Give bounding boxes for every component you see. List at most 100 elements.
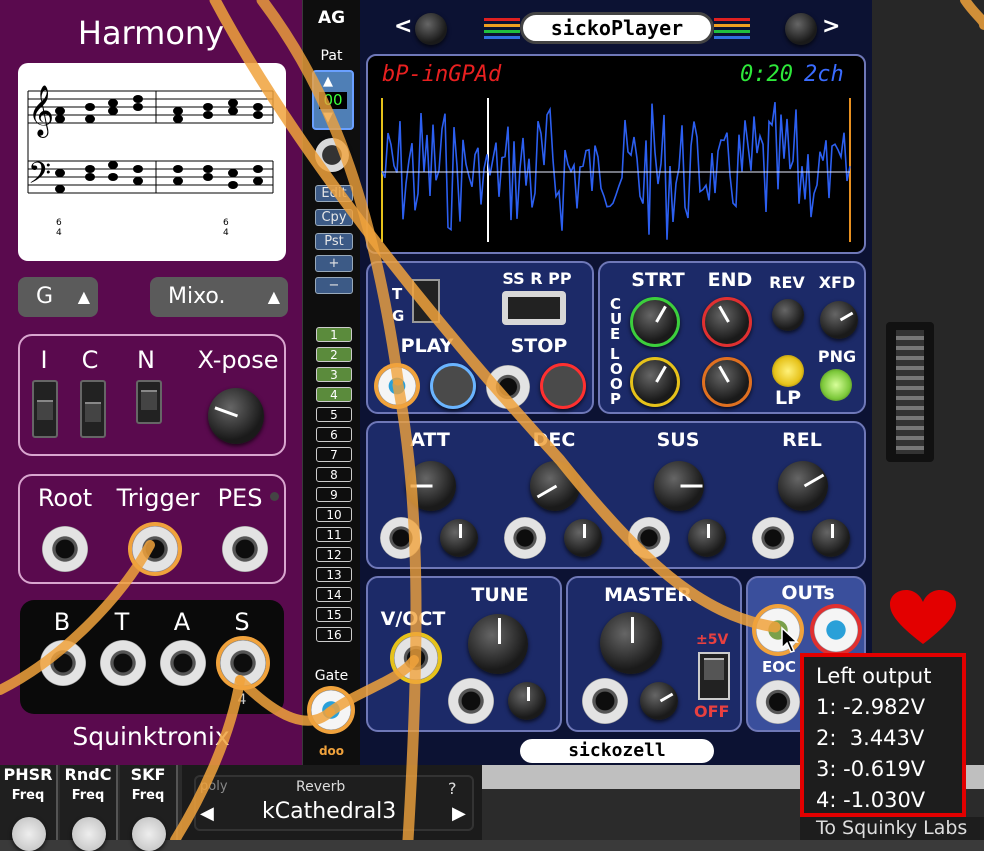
eoc-jack[interactable] [756, 680, 800, 724]
pes-led [270, 492, 279, 501]
cue-start-knob[interactable] [630, 297, 680, 347]
arrow-up-icon[interactable]: ▲ [323, 74, 333, 89]
ag-knob[interactable] [315, 138, 349, 172]
arrow-down-icon[interactable]: ▼ [323, 110, 333, 125]
key-select[interactable]: G ▲ [18, 277, 98, 317]
mode-label: SS R PP [502, 269, 572, 288]
step-14[interactable]: 14 [316, 587, 352, 602]
master-cv-knob[interactable] [640, 682, 678, 720]
ribbon-connector [886, 322, 934, 462]
step-15[interactable]: 15 [316, 607, 352, 622]
switch-i[interactable] [32, 380, 58, 438]
tg-switch[interactable] [412, 279, 440, 323]
pat-spinner[interactable]: 00 ▲ ▼ [312, 70, 354, 130]
step-6[interactable]: 6 [316, 427, 352, 442]
rel-knob[interactable] [778, 461, 828, 511]
step-10[interactable]: 10 [316, 507, 352, 522]
rel-cv-knob[interactable] [812, 519, 850, 557]
tune-knob[interactable] [468, 614, 528, 674]
master-cv-jack[interactable] [582, 678, 628, 724]
paste-button[interactable]: Pst [315, 233, 353, 250]
mode-select[interactable]: Mixo. ▲ [150, 277, 288, 317]
step-11[interactable]: 11 [316, 527, 352, 542]
step-13[interactable]: 13 [316, 567, 352, 582]
sus-knob[interactable] [654, 461, 704, 511]
reverb-display: poly Reverb ? ◀ kCathedral3 ▶ [194, 775, 474, 831]
voct-jack[interactable] [394, 636, 438, 680]
dec-cv-knob[interactable] [564, 519, 602, 557]
reverb-help[interactable]: ? [448, 779, 457, 798]
minus-button[interactable]: − [315, 277, 353, 294]
step-9[interactable]: 9 [316, 487, 352, 502]
figure-top-2: 6 [223, 218, 229, 228]
step-1[interactable]: 1 [316, 327, 352, 342]
loop-end-knob[interactable] [702, 357, 752, 407]
xpose-knob[interactable] [208, 388, 264, 444]
voct-label: V/OCT [380, 608, 446, 630]
step-8[interactable]: 8 [316, 467, 352, 482]
mode-switch[interactable] [502, 291, 566, 325]
master-knob[interactable] [600, 612, 662, 674]
att-cv-jack[interactable] [380, 517, 422, 559]
sus-cv-jack[interactable] [628, 517, 670, 559]
rndc-freq-knob[interactable] [72, 817, 106, 851]
alto-jack[interactable] [160, 640, 206, 686]
dec-knob[interactable] [530, 461, 580, 511]
range-switch[interactable] [698, 652, 730, 700]
rel-cv-jack[interactable] [752, 517, 794, 559]
root-jack[interactable] [42, 526, 88, 572]
preset-prev-arrow[interactable]: ◀ [200, 803, 214, 824]
att-cv-knob[interactable] [440, 519, 478, 557]
pes-jack[interactable] [222, 526, 268, 572]
switch-group: I C N X-pose [18, 334, 286, 456]
next-button[interactable]: > [822, 14, 840, 39]
skf-freq-knob[interactable] [132, 817, 166, 851]
harmony-title: Harmony [77, 14, 225, 52]
stop-button[interactable] [540, 363, 586, 409]
att-knob[interactable] [406, 461, 456, 511]
edit-button[interactable]: Edit [315, 185, 353, 202]
lp-led-button[interactable] [772, 355, 804, 387]
stop-trig-jack[interactable] [486, 365, 530, 409]
copy-button[interactable]: Cpy [315, 209, 353, 226]
play-button[interactable] [430, 363, 476, 409]
gate-jack[interactable] [311, 690, 351, 730]
dec-cv-jack[interactable] [504, 517, 546, 559]
tune-cv-jack[interactable] [448, 678, 494, 724]
trigger-jack[interactable] [132, 526, 178, 572]
xfd-knob[interactable] [820, 301, 858, 339]
sicko-title: sickoPlayer [520, 12, 714, 44]
png-led-button[interactable] [820, 369, 852, 401]
ag-title: AG [317, 8, 346, 28]
voice-label-t: T [114, 608, 130, 636]
next-knob[interactable] [785, 13, 817, 45]
tune-cv-knob[interactable] [508, 682, 546, 720]
plus-button[interactable]: + [315, 255, 353, 272]
cue-end-knob[interactable] [702, 297, 752, 347]
sus-cv-knob[interactable] [688, 519, 726, 557]
prev-button[interactable]: < [394, 14, 412, 39]
play-trig-jack[interactable] [378, 367, 416, 405]
prev-knob[interactable] [415, 13, 447, 45]
rev-button[interactable] [772, 299, 804, 331]
png-label: PNG [817, 347, 857, 366]
step-7[interactable]: 7 [316, 447, 352, 462]
preset-next-arrow[interactable]: ▶ [452, 803, 466, 824]
staff-notation: 𝄞 𝄢 6 4 6 4 [27, 85, 274, 238]
tenor-jack[interactable] [100, 640, 146, 686]
loop-start-knob[interactable] [630, 357, 680, 407]
step-2[interactable]: 2 [316, 347, 352, 362]
step-3[interactable]: 3 [316, 367, 352, 382]
bass-jack[interactable] [40, 640, 86, 686]
step-12[interactable]: 12 [316, 547, 352, 562]
soprano-jack[interactable] [220, 640, 266, 686]
step-5[interactable]: 5 [316, 407, 352, 422]
right-out-jack[interactable] [814, 608, 858, 652]
phsr-freq-knob[interactable] [12, 817, 46, 851]
switch-c[interactable] [80, 380, 106, 438]
end-label: END [707, 269, 753, 291]
rndc-freq-label: Freq [71, 788, 105, 803]
step-4[interactable]: 4 [316, 387, 352, 402]
switch-n[interactable] [136, 380, 162, 424]
step-16[interactable]: 16 [316, 627, 352, 642]
